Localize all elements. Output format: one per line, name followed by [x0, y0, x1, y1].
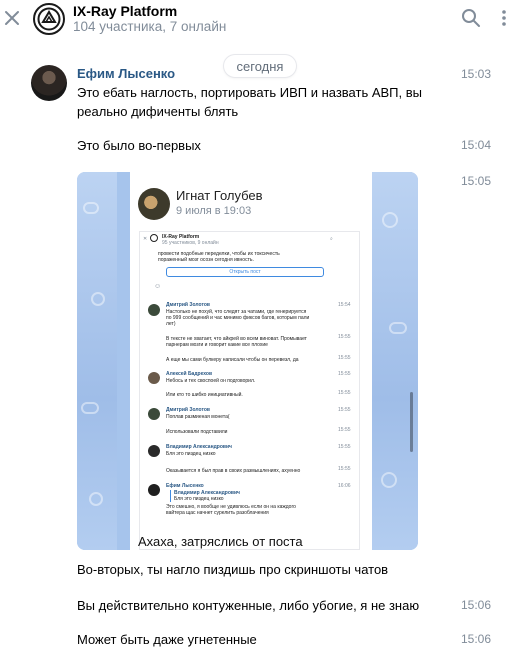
- message-text: Может быть даже угнетенные: [77, 632, 257, 647]
- chat-header: IX-Ray Platform 104 участника, 7 онлайн: [0, 0, 506, 44]
- mini-time: 15:55: [338, 334, 351, 340]
- mini-emoji-icon: ☺: [154, 283, 162, 290]
- message-time: 15:03: [461, 67, 492, 81]
- chat-title[interactable]: IX-Ray Platform: [73, 3, 177, 19]
- message-text-line: Это ебать наглость, портировать ИВП и на…: [77, 85, 422, 100]
- message-time: 15:05: [461, 174, 492, 188]
- message-text-line: реально дифиченты блять: [77, 104, 239, 119]
- message-time: 15:06: [461, 598, 492, 612]
- message-time: 15:04: [461, 138, 492, 152]
- mini-author: Ефим Лысенко: [166, 483, 204, 489]
- message-author[interactable]: Ефим Лысенко: [77, 66, 175, 81]
- search-icon[interactable]: [461, 8, 481, 28]
- chat-members-status: 104 участника, 7 онлайн: [73, 19, 227, 34]
- mini-avatar: [148, 484, 160, 496]
- mini-text: Поплав размиеная монета(: [166, 414, 230, 420]
- mini-text: парнерам мозги и говорит какие все плохи…: [166, 342, 268, 348]
- mini-text: лет): [166, 321, 176, 327]
- post-author-avatar: [138, 188, 170, 220]
- mini-time: 15:55: [338, 427, 351, 433]
- chat-avatar[interactable]: [33, 3, 65, 35]
- mini-text: Использовали подставили: [166, 429, 228, 435]
- mini-time: 15:55: [338, 407, 351, 413]
- doodle-icon: [91, 292, 105, 306]
- mini-search-icon: ⌕: [330, 236, 333, 242]
- mini-text: пораженный мозг осозн сегодня ивность.: [158, 257, 254, 263]
- doodle-icon: [382, 212, 398, 228]
- mini-time: 15:55: [338, 390, 351, 396]
- message-text: Это ебать наглость, портировать ИВП и на…: [77, 83, 422, 121]
- ix-ray-logo-icon: [37, 7, 61, 31]
- mini-text: Бля это пиздец низко: [166, 451, 216, 457]
- scrollbar: [410, 392, 413, 452]
- screenshot-chat: ✕ IX-Ray Platform 95 участников, 9 онлай…: [139, 231, 360, 550]
- message-text: Вы действительно контуженные, либо убоги…: [77, 598, 420, 613]
- date-separator: сегодня: [224, 55, 296, 77]
- mini-author: Владимир Александрович: [166, 444, 232, 450]
- wallpaper-right: [372, 172, 418, 550]
- mini-time: 15:55: [338, 371, 351, 377]
- mini-author: Алексей Бадрехов: [166, 371, 213, 377]
- doodle-icon: [81, 402, 99, 414]
- doodle-icon: [381, 472, 397, 488]
- mini-reply-text: Бля это пиздец низко: [170, 496, 224, 502]
- post-date: 9 июля в 19:03: [176, 205, 252, 217]
- post-author: Игнат Голубев: [176, 188, 263, 203]
- mini-open-post-button: Открыть пост: [166, 267, 324, 277]
- doodle-icon: [89, 492, 103, 506]
- post-caption: Ахаха, затряслись от поста: [138, 534, 303, 549]
- photo-attachment[interactable]: Игнат Голубев 9 июля в 19:03 ✕ IX-Ray Pl…: [77, 172, 418, 550]
- mini-avatar: [148, 304, 160, 316]
- message-text: Это было во-первых: [77, 138, 201, 153]
- avatar[interactable]: [31, 65, 67, 101]
- mini-time: 15:55: [338, 466, 351, 472]
- mini-avatar: [148, 408, 160, 420]
- doodle-icon: [389, 322, 407, 334]
- close-icon[interactable]: [4, 10, 20, 26]
- more-icon[interactable]: [496, 8, 506, 28]
- mini-time: 15:55: [338, 444, 351, 450]
- screenshot-post-card: Игнат Голубев 9 июля в 19:03 ✕ IX-Ray Pl…: [130, 172, 372, 550]
- mini-text: Небось и тех своспоей он подговорил.: [166, 378, 256, 384]
- message-time: 15:06: [461, 632, 492, 646]
- mini-avatar: [148, 445, 160, 457]
- mini-close-icon: ✕: [143, 236, 148, 242]
- mini-text: по 999 сообщений и час минимо фиксов баг…: [166, 315, 310, 321]
- mini-time: 16:06: [338, 483, 351, 489]
- mini-text: вайтера щас начнет сурелить разоблачения: [166, 510, 269, 516]
- doodle-icon: [83, 202, 99, 214]
- mini-logo-icon: [150, 234, 158, 242]
- mini-time: 15:55: [338, 355, 351, 361]
- mini-avatar: [148, 372, 160, 384]
- mini-text: Или кто то шибко инициативный.: [166, 392, 243, 398]
- message-text: Во-вторых, ты нагло пиздишь про скриншот…: [77, 562, 389, 577]
- mini-text: А еще мы сами булкеру написали чтобы он …: [166, 357, 299, 363]
- mini-author: Дмитрий Золотов: [166, 302, 210, 308]
- mini-text: Оказывается я был прав в своих размышлен…: [166, 468, 301, 474]
- mini-author: Дмитрий Золотов: [166, 407, 210, 413]
- mini-time: 15:54: [338, 302, 351, 308]
- mini-chat-subtitle: 95 участников, 9 онлайн: [162, 240, 219, 246]
